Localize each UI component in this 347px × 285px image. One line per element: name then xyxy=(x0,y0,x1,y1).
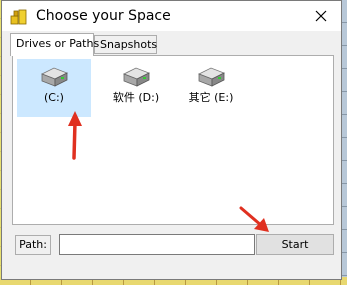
hard-drive-icon xyxy=(123,67,150,87)
drive-label: 软件 (D:) xyxy=(112,91,160,104)
close-button[interactable] xyxy=(301,1,341,31)
drive-item-e[interactable]: 其它 (E:) xyxy=(174,59,248,117)
tab-drives-or-paths[interactable]: Drives or Paths xyxy=(10,33,99,56)
drive-label: (C:) xyxy=(44,91,64,104)
annotation-arrow-icon xyxy=(239,206,269,232)
path-label: Path: xyxy=(15,235,51,255)
drive-label: 其它 (E:) xyxy=(188,91,234,104)
title-bar: Choose your Space xyxy=(2,1,341,31)
hard-drive-icon xyxy=(41,67,68,87)
tab-snapshots[interactable]: Snapshots xyxy=(94,35,157,54)
drive-list-panel: (C:) 软件 (D:) 其它 (E:) xyxy=(12,55,334,225)
path-input[interactable] xyxy=(59,234,255,255)
start-button[interactable]: Start xyxy=(256,234,334,255)
close-icon xyxy=(315,10,327,22)
app-icon xyxy=(10,9,27,25)
window-title: Choose your Space xyxy=(36,8,171,24)
choose-space-dialog: Choose your Space Drives or Paths Snapsh… xyxy=(1,0,342,280)
hard-drive-icon xyxy=(198,67,225,87)
annotation-arrow-icon xyxy=(68,111,82,160)
drive-item-d[interactable]: 软件 (D:) xyxy=(99,59,173,117)
